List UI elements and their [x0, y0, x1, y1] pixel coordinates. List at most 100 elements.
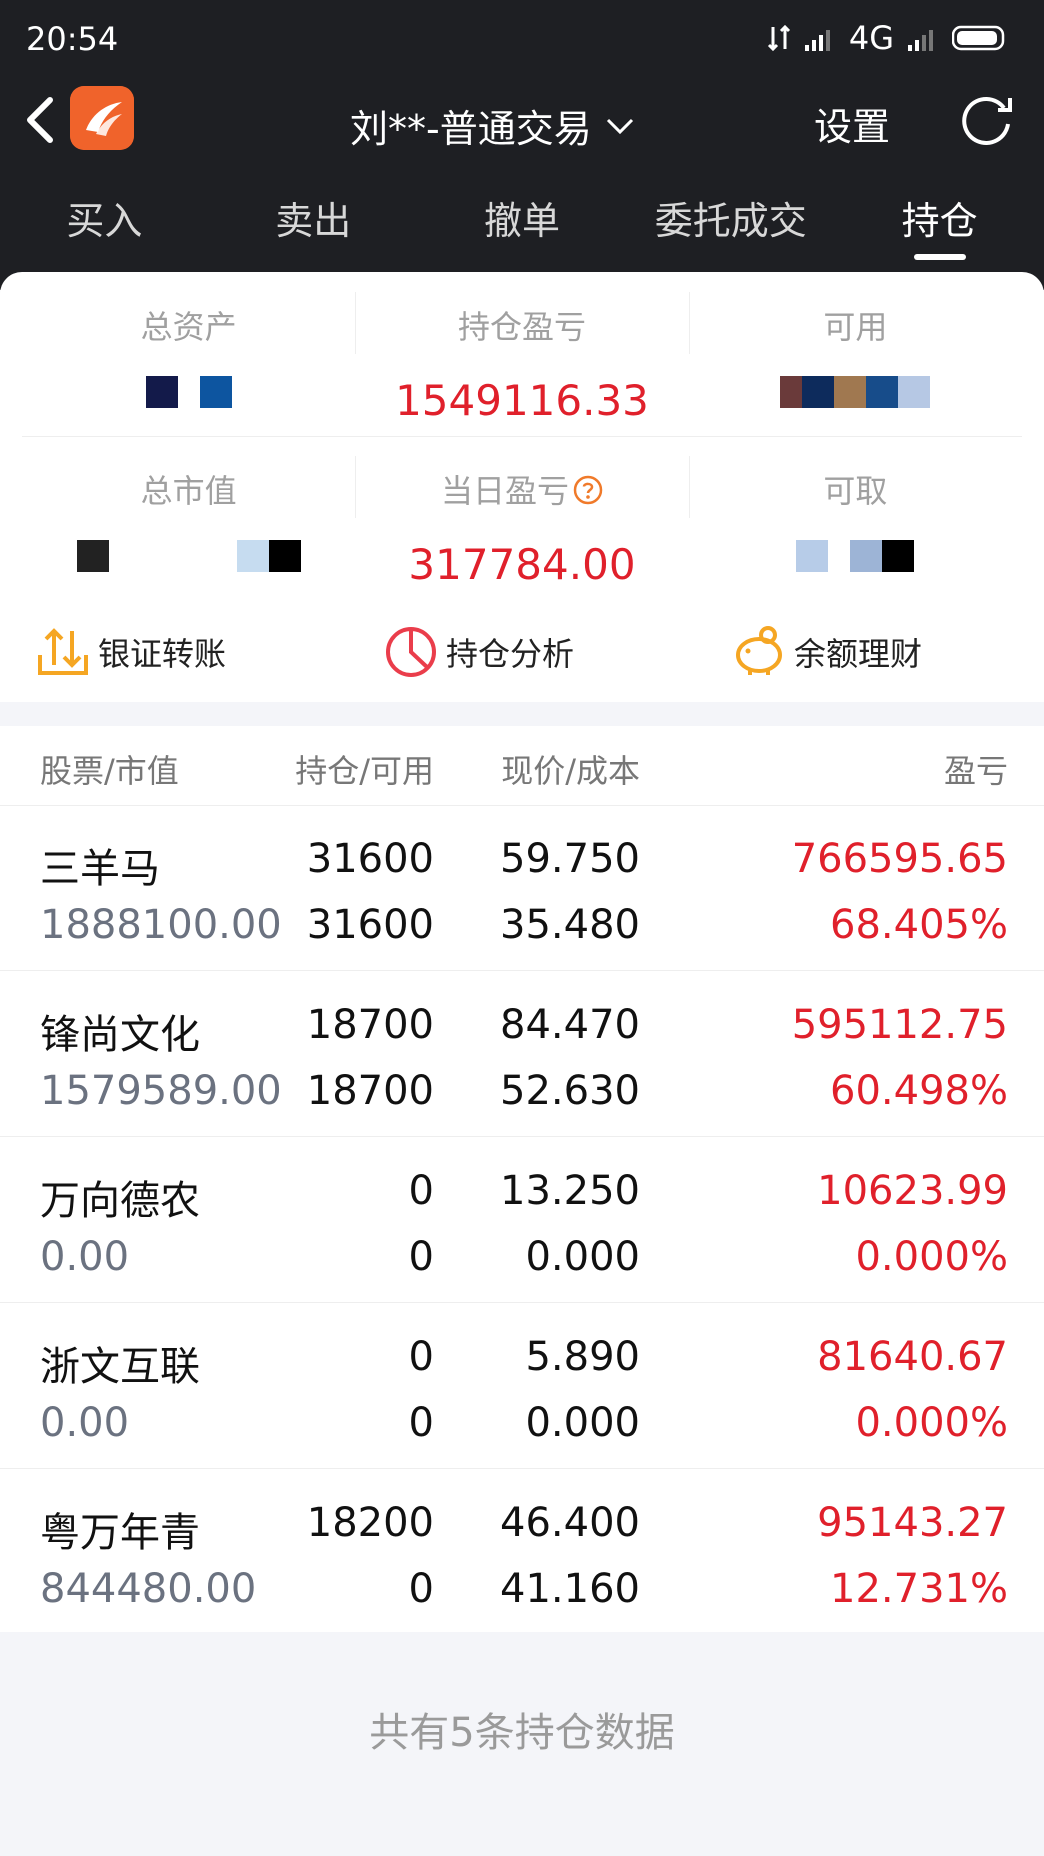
pnl-percent: 60.498% [830, 1068, 1008, 1114]
summary-row-1: 总资产 持仓盈亏 1549116.33 可用 [22, 272, 1022, 430]
pnl-amount: 81640.67 [817, 1334, 1008, 1380]
chevron-left-icon[interactable] [20, 94, 60, 146]
market-value: 0.00 [40, 1400, 130, 1446]
account-selector[interactable]: 刘**-普通交易 [350, 98, 636, 153]
withdrawable-funds: 可取 [688, 436, 1022, 594]
tab-sell[interactable]: 卖出 [209, 190, 418, 270]
piggy-bank-icon [736, 626, 782, 675]
cost-price: 0.000 [525, 1234, 640, 1280]
data-transfer-icon [767, 24, 790, 52]
signal-icon [908, 30, 933, 51]
tab-buy[interactable]: 买入 [0, 190, 209, 270]
available-quantity: 0 [408, 1234, 434, 1280]
pnl-amount: 595112.75 [791, 1002, 1008, 1048]
total-assets-label: 总资产 [140, 308, 237, 346]
cost-price: 0.000 [525, 1400, 640, 1446]
current-price: 46.400 [500, 1500, 640, 1546]
table-row[interactable]: 粤万年青 844480.00 18200 0 46.400 41.160 951… [0, 1470, 1044, 1635]
pnl-percent: 68.405% [830, 902, 1008, 948]
daily-pnl-value: 317784.00 [408, 540, 636, 589]
stock-name: 锋尚文化 [40, 1012, 200, 1058]
holdings-table: 股票/市值 持仓/可用 现价/成本 盈亏 三羊马 1888100.00 3160… [0, 726, 1044, 1632]
masked-value [76, 540, 301, 572]
stock-name: 浙文互联 [40, 1344, 200, 1390]
available-funds: 可用 [688, 272, 1022, 430]
pnl-percent: 12.731% [830, 1566, 1008, 1612]
pnl-percent: 0.000% [855, 1400, 1008, 1446]
header-price: 现价/成本 [501, 752, 640, 790]
available-quantity: 0 [408, 1566, 434, 1612]
position-analysis-button[interactable]: 持仓分析 [384, 625, 574, 679]
available-quantity: 18700 [306, 1068, 434, 1114]
header-position: 持仓/可用 [295, 752, 434, 790]
nav-bar: 刘**-普通交易 设置 [0, 80, 1044, 160]
total-market-value: 总市值 [22, 436, 355, 594]
position-quantity: 0 [408, 1334, 434, 1380]
total-market-value-label: 总市值 [140, 472, 237, 510]
available-quantity: 31600 [306, 902, 434, 948]
status-bar: 20:54 4G [0, 0, 1044, 80]
tab-orders[interactable]: 委托成交 [626, 190, 835, 270]
stock-name: 三羊马 [40, 846, 160, 892]
masked-value [780, 376, 931, 408]
tab-cancel[interactable]: 撤单 [418, 190, 627, 270]
cost-price: 41.160 [500, 1566, 640, 1612]
header-stock: 股票/市值 [40, 752, 179, 790]
daily-pnl-label-wrap: 当日盈亏 [355, 466, 688, 510]
status-time: 20:54 [26, 20, 119, 58]
question-circle-icon[interactable] [573, 475, 603, 505]
table-row[interactable]: 万向德农 0.00 0 0 13.250 0.000 10623.99 0.00… [0, 1138, 1044, 1303]
balance-finance-button[interactable]: 余额理财 [732, 625, 922, 679]
available-quantity: 0 [408, 1400, 434, 1446]
summary-row-2: 总市值 当日盈亏 317784.00 可取 [22, 436, 1022, 594]
position-quantity: 18200 [306, 1500, 434, 1546]
position-pnl-label: 持仓盈亏 [457, 308, 586, 346]
balance-finance-label: 余额理财 [794, 635, 923, 673]
current-price: 84.470 [500, 1002, 640, 1048]
table-row[interactable]: 浙文互联 0.00 0 0 5.890 0.000 81640.67 0.000… [0, 1304, 1044, 1469]
signal-icon [804, 30, 830, 51]
daily-pnl-label: 当日盈亏 [440, 472, 569, 510]
pnl-percent: 0.000% [855, 1234, 1008, 1280]
position-quantity: 31600 [306, 836, 434, 882]
tab-positions[interactable]: 持仓 [835, 190, 1044, 270]
market-value: 0.00 [40, 1234, 130, 1280]
current-price: 13.250 [500, 1168, 640, 1214]
trade-tabs: 买入 卖出 撤单 委托成交 持仓 [0, 190, 1044, 270]
app-logo [70, 86, 134, 150]
stock-name: 万向德农 [40, 1178, 200, 1224]
table-row[interactable]: 锋尚文化 1579589.00 18700 18700 84.470 52.63… [0, 972, 1044, 1137]
daily-pnl: 当日盈亏 317784.00 [355, 436, 688, 594]
quick-actions: 银证转账 持仓分析 余额理财 [0, 612, 1044, 692]
holdings-count-note: 共有5条持仓数据 [369, 1710, 675, 1756]
market-value: 1579589.00 [40, 1068, 282, 1114]
market-value: 1888100.00 [40, 902, 282, 948]
cost-price: 52.630 [500, 1068, 640, 1114]
withdrawable-label: 可取 [823, 472, 888, 510]
current-price: 5.890 [525, 1334, 640, 1380]
position-pnl-value: 1549116.33 [395, 376, 649, 425]
pie-chart-icon [386, 627, 436, 677]
pnl-amount: 95143.27 [817, 1500, 1008, 1546]
available-label: 可用 [823, 308, 888, 346]
network-type: 4G [848, 19, 894, 57]
pnl-amount: 10623.99 [817, 1168, 1008, 1214]
chevron-down-icon [606, 118, 633, 134]
app-header: 20:54 4G 刘**-普通交易 设置 买入 卖出 撤单 委托成交 持仓 [0, 0, 1044, 290]
cost-price: 35.480 [500, 902, 640, 948]
header-pnl: 盈亏 [943, 752, 1008, 790]
settings-button[interactable]: 设置 [814, 96, 890, 151]
refresh-icon[interactable] [954, 88, 1018, 152]
position-quantity: 0 [408, 1168, 434, 1214]
position-quantity: 18700 [306, 1002, 434, 1048]
status-icons: 4G [767, 18, 1008, 58]
bank-transfer-label: 银证转账 [98, 635, 227, 673]
table-row[interactable]: 三羊马 1888100.00 31600 31600 59.750 35.480… [0, 806, 1044, 971]
account-summary: 总资产 持仓盈亏 1549116.33 可用 总市值 当日盈亏 317784.0… [0, 272, 1044, 702]
bank-transfer-button[interactable]: 银证转账 [36, 625, 226, 679]
stock-name: 粤万年青 [40, 1510, 200, 1556]
total-assets: 总资产 [22, 272, 355, 430]
transfer-arrows-icon [38, 628, 88, 675]
position-pnl: 持仓盈亏 1549116.33 [355, 272, 688, 430]
market-value: 844480.00 [40, 1566, 257, 1612]
